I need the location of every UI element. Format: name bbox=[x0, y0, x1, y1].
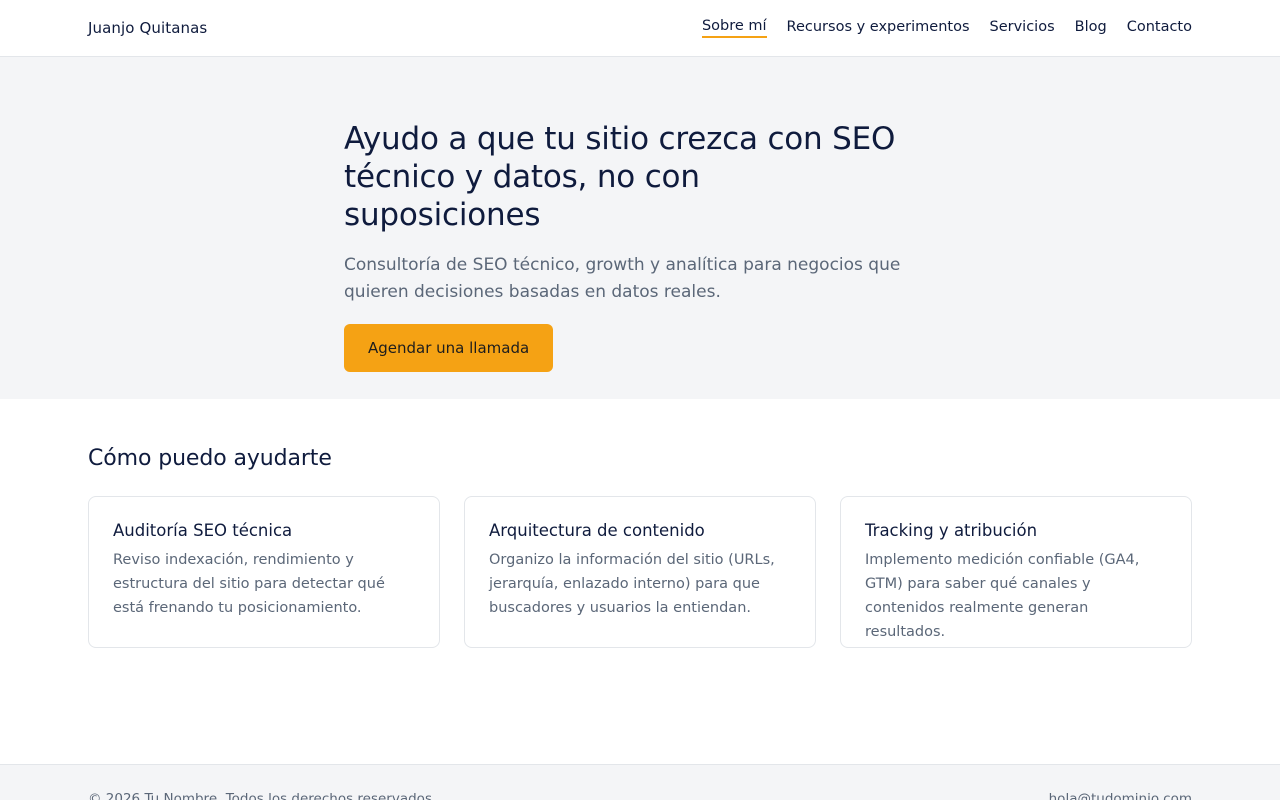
service-card-title: Tracking y atribución bbox=[865, 521, 1038, 540]
service-cards: Auditoría SEO técnica Reviso indexación,… bbox=[88, 496, 1192, 648]
service-card-text: Organizo la información del sitio (URLs,… bbox=[489, 552, 775, 616]
footer-copyright: © 2026 Tu Nombre. Todos los derechos res… bbox=[88, 791, 437, 800]
hero-subtitle: Consultoría de SEO técnico, growth y ana… bbox=[344, 255, 901, 302]
hero-title: Ayudo a que tu sitio crezca con SEO técn… bbox=[344, 121, 896, 233]
footer-email-link[interactable]: hola@tudominio.com bbox=[1049, 791, 1192, 800]
services-title: Cómo puedo ayudarte bbox=[88, 446, 332, 471]
nav-item-blog[interactable]: Blog bbox=[1075, 19, 1107, 37]
service-card-arquitectura: Arquitectura de contenido Organizo la in… bbox=[464, 496, 816, 648]
nav-item-servicios[interactable]: Servicios bbox=[990, 19, 1055, 37]
services-section: Cómo puedo ayudarte Auditoría SEO técnic… bbox=[88, 446, 1192, 648]
service-card-text: Implemento medición confiable (GA4, GTM)… bbox=[865, 552, 1140, 640]
service-card-title: Arquitectura de contenido bbox=[489, 521, 705, 540]
nav-item-recursos[interactable]: Recursos y experimentos bbox=[787, 19, 970, 37]
hero-section: Ayudo a que tu sitio crezca con SEO técn… bbox=[0, 57, 1280, 399]
hero-content: Ayudo a que tu sitio crezca con SEO técn… bbox=[344, 120, 964, 372]
service-card-tracking: Tracking y atribución Implemento medició… bbox=[840, 496, 1192, 648]
main-nav: Sobre mí Recursos y experimentos Servici… bbox=[701, 18, 1192, 38]
site-footer: © 2026 Tu Nombre. Todos los derechos res… bbox=[0, 764, 1280, 800]
service-card-auditoria: Auditoría SEO técnica Reviso indexación,… bbox=[88, 496, 440, 648]
footer-content: © 2026 Tu Nombre. Todos los derechos res… bbox=[0, 791, 1280, 800]
schedule-call-button[interactable]: Agendar una llamada bbox=[344, 324, 554, 372]
nav-item-contacto[interactable]: Contacto bbox=[1127, 19, 1192, 37]
page: Juanjo Quitanas Sobre mí Recursos y expe… bbox=[0, 0, 1280, 800]
site-header: Juanjo Quitanas Sobre mí Recursos y expe… bbox=[0, 0, 1280, 57]
nav-item-sobre-mi[interactable]: Sobre mí bbox=[701, 18, 767, 38]
brand-link[interactable]: Juanjo Quitanas bbox=[88, 19, 207, 37]
service-card-text: Reviso indexación, rendimiento y estruct… bbox=[113, 552, 385, 616]
service-card-title: Auditoría SEO técnica bbox=[113, 521, 293, 540]
